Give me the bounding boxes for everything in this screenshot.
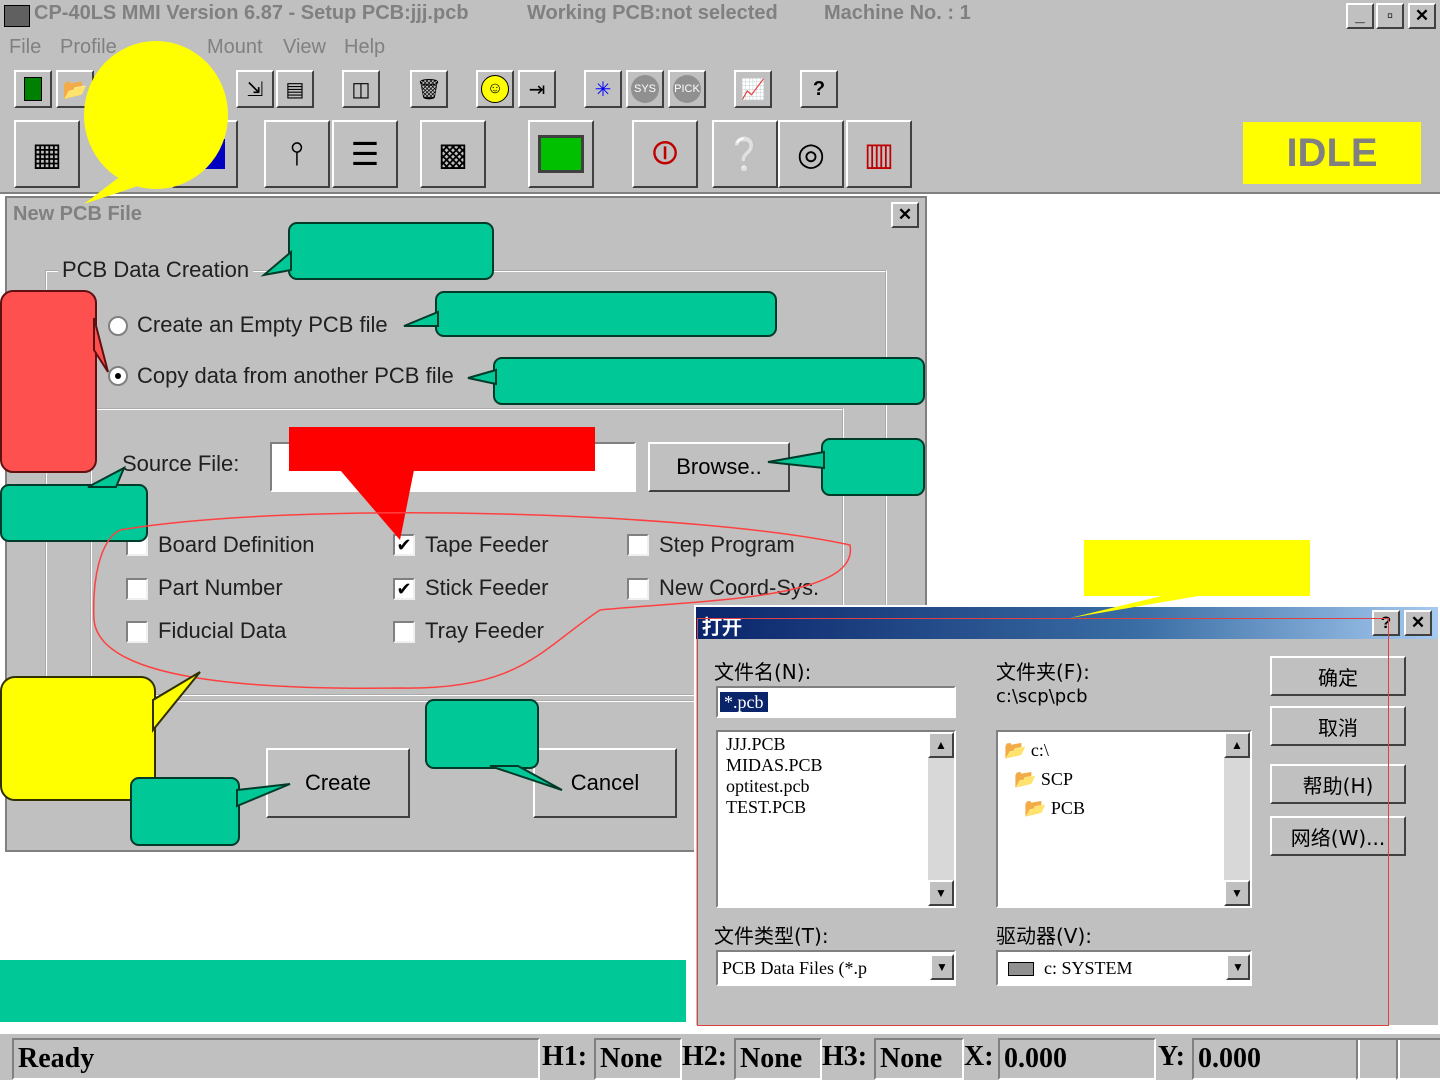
- callout-pointer: [152, 671, 201, 733]
- yellow-callout-open: [1084, 540, 1310, 596]
- h2-label: H2:: [682, 1041, 728, 1072]
- status-pane-empty: [1356, 1038, 1400, 1080]
- red-callout: [0, 290, 97, 473]
- highlight-ellipse: [92, 512, 851, 689]
- teal-callout-group: [288, 222, 494, 280]
- teal-callout-create: [130, 777, 240, 846]
- h3-label: H3:: [822, 1041, 868, 1072]
- red-box-callout: [289, 427, 595, 471]
- teal-banner: [0, 960, 686, 1022]
- teal-callout-empty: [435, 291, 777, 337]
- h1-value: None: [594, 1038, 682, 1080]
- callout-pointer: [340, 470, 414, 540]
- x-value: 0.000: [998, 1038, 1156, 1080]
- status-pane-empty: [1396, 1038, 1440, 1080]
- callout-pointer: [84, 178, 150, 204]
- teal-callout-copy: [493, 357, 925, 405]
- yellow-circle-callout: [84, 41, 228, 189]
- callout-pointer: [489, 765, 563, 791]
- status-ready: Ready: [12, 1038, 540, 1080]
- teal-callout-browse: [821, 438, 925, 496]
- h3-value: None: [874, 1038, 964, 1080]
- callout-pointer: [260, 249, 292, 277]
- teal-callout-cancel: [425, 699, 539, 769]
- h2-value: None: [734, 1038, 822, 1080]
- callout-pointer: [236, 783, 291, 808]
- y-value: 0.000: [1192, 1038, 1360, 1080]
- annotation-layer: [0, 41, 1310, 1022]
- callout-pointer: [767, 450, 825, 470]
- callout-pointer: [1070, 594, 1210, 618]
- h1-label: H1:: [542, 1041, 588, 1072]
- teal-callout-source: [0, 484, 148, 542]
- callout-pointer: [403, 310, 439, 327]
- callout-pointer: [467, 368, 497, 386]
- status-bar: Ready H1: None H2: None H3: None X: 0.00…: [0, 1034, 1440, 1080]
